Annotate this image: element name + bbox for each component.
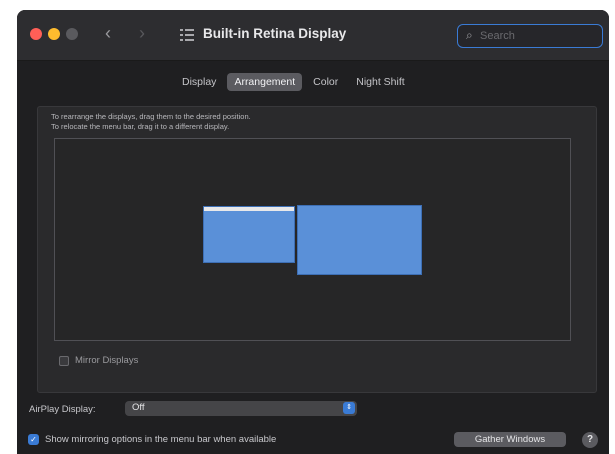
- display-external-thumbnail[interactable]: [297, 205, 422, 275]
- airplay-display-select[interactable]: Off ⇕: [125, 401, 357, 416]
- airplay-display-label: AirPlay Display:: [29, 404, 96, 415]
- window-title: Built-in Retina Display: [203, 26, 347, 41]
- mirror-displays-checkbox[interactable]: [59, 355, 69, 366]
- mirror-displays-option[interactable]: Mirror Displays: [59, 355, 138, 366]
- checkmark-icon[interactable]: ✓: [28, 434, 39, 445]
- search-input[interactable]: [480, 27, 590, 44]
- display-arrangement-area[interactable]: [54, 138, 571, 341]
- zoom-button[interactable]: [66, 28, 78, 40]
- tab-arrangement[interactable]: Arrangement: [227, 73, 303, 91]
- minimize-button[interactable]: [48, 28, 60, 40]
- gather-windows-button[interactable]: Gather Windows: [454, 432, 566, 447]
- help-button[interactable]: ?: [582, 432, 598, 448]
- select-arrows-icon: ⇕: [343, 402, 355, 414]
- back-button[interactable]: ‹: [105, 23, 111, 43]
- close-button[interactable]: [30, 28, 42, 40]
- mirror-displays-label: Mirror Displays: [75, 355, 139, 366]
- tab-color[interactable]: Color: [306, 73, 345, 91]
- display-main-thumbnail[interactable]: [203, 206, 295, 263]
- show-all-grid-icon[interactable]: [180, 29, 194, 41]
- show-mirroring-label: Show mirroring options in the menu bar w…: [45, 434, 277, 445]
- title-bar: ‹ › Built-in Retina Display ⌕: [17, 10, 609, 61]
- menu-bar-handle[interactable]: [204, 207, 294, 211]
- instruction-rearrange: To rearrange the displays, drag them to …: [51, 112, 251, 121]
- preferences-window: ‹ › Built-in Retina Display ⌕ Display Ar…: [17, 10, 609, 454]
- search-icon: ⌕: [466, 28, 473, 42]
- tab-bar: Display Arrangement Color Night Shift: [175, 73, 412, 91]
- tab-display[interactable]: Display: [175, 73, 223, 91]
- instruction-menu-bar: To relocate the menu bar, drag it to a d…: [51, 122, 230, 131]
- tab-night-shift[interactable]: Night Shift: [349, 73, 411, 91]
- forward-button[interactable]: ›: [139, 23, 145, 43]
- airplay-selected-value: Off: [132, 402, 145, 413]
- search-field[interactable]: ⌕: [457, 24, 603, 48]
- show-mirroring-option[interactable]: ✓ Show mirroring options in the menu bar…: [28, 434, 276, 445]
